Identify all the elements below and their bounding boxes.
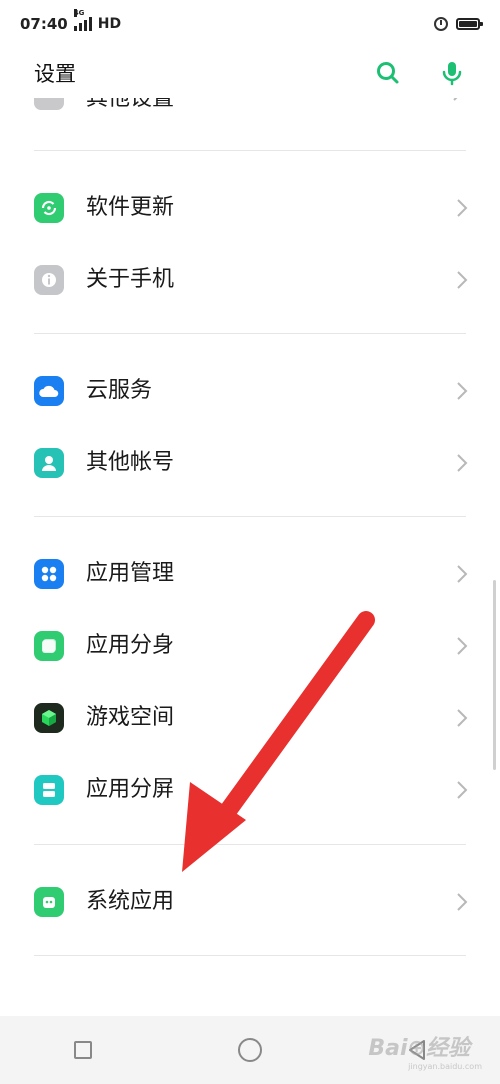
- signal-icon: 4G: [73, 9, 92, 31]
- list-item-app-clone[interactable]: 应用分身: [0, 614, 500, 678]
- list-item-software-update[interactable]: 软件更新: [0, 176, 500, 240]
- recents-button[interactable]: [53, 1030, 113, 1070]
- divider: [34, 844, 466, 845]
- page-title: 设置: [34, 62, 76, 86]
- list-item-label: 其他帐号: [86, 450, 175, 475]
- list-item-label: 关于手机: [86, 267, 175, 292]
- divider: [34, 955, 466, 956]
- refresh-icon: [34, 193, 64, 223]
- network-tag: 4G: [73, 9, 85, 17]
- chevron-right-icon: [457, 382, 468, 400]
- title-bar: 设置: [0, 48, 500, 98]
- status-network: HD: [97, 16, 122, 32]
- android-icon: [34, 887, 64, 917]
- cloud-icon: [34, 376, 64, 406]
- chevron-right-icon: [457, 454, 468, 472]
- list-item-label: 系统应用: [86, 889, 175, 914]
- chevron-right-icon: [457, 893, 468, 911]
- list-item-label: 应用分屏: [86, 777, 175, 802]
- list-item-label: 软件更新: [86, 195, 175, 220]
- divider: [34, 150, 466, 151]
- chevron-right-icon: [453, 98, 458, 101]
- chevron-right-icon: [457, 709, 468, 727]
- list-item-label: 云服务: [86, 378, 153, 403]
- status-bar: 07:40 4G HD: [0, 0, 500, 48]
- list-item-app-management[interactable]: 应用管理: [0, 542, 500, 606]
- list-item-label: 游戏空间: [86, 705, 175, 730]
- chevron-right-icon: [457, 199, 468, 217]
- chevron-right-icon: [457, 271, 468, 289]
- list-item-cloud-service[interactable]: 云服务: [0, 359, 500, 423]
- list-item-label: 应用分身: [86, 633, 175, 658]
- chevron-right-icon: [457, 565, 468, 583]
- chevron-right-icon: [457, 637, 468, 655]
- clone-icon: [34, 631, 64, 661]
- game-cube-icon: [34, 703, 64, 733]
- voice-search-button[interactable]: [438, 59, 466, 87]
- search-button[interactable]: [374, 59, 402, 87]
- account-icon: [34, 448, 64, 478]
- list-item-label: 其他设置: [86, 98, 175, 111]
- list-item-game-space[interactable]: 游戏空间: [0, 686, 500, 750]
- info-icon: [34, 265, 64, 295]
- settings-icon: [34, 98, 64, 110]
- scrollbar[interactable]: [493, 580, 496, 770]
- circle-icon: [237, 1038, 262, 1062]
- status-right: [434, 17, 483, 31]
- microphone-icon: [442, 62, 462, 86]
- status-left: 07:40 4G HD: [20, 9, 122, 33]
- alarm-icon: [434, 17, 448, 31]
- list-item-system-apps[interactable]: 系统应用: [0, 870, 500, 934]
- apps-grid-icon: [34, 559, 64, 589]
- list-item-split-screen[interactable]: 应用分屏: [0, 758, 500, 822]
- list-item-label: 应用管理: [86, 561, 175, 586]
- list-item-other-accounts[interactable]: 其他帐号: [0, 431, 500, 495]
- divider: [34, 333, 466, 334]
- watermark-url: jingyan.baidu.com: [408, 1062, 482, 1071]
- battery-icon: [456, 18, 483, 30]
- list-item-about-phone[interactable]: 关于手机: [0, 248, 500, 312]
- watermark: Bai⊕经验: [368, 1036, 470, 1061]
- settings-list[interactable]: 其他设置 软件更新 关于手机 云服务 其他帐号 应用管理 应用分身 游戏空间 应…: [0, 98, 500, 1016]
- list-item-partial[interactable]: 其他设置: [0, 98, 500, 112]
- square-icon: [74, 1041, 93, 1059]
- search-icon: [377, 62, 399, 84]
- home-button[interactable]: [220, 1030, 280, 1070]
- status-time: 07:40: [20, 15, 68, 33]
- split-screen-icon: [34, 775, 64, 805]
- divider: [34, 516, 466, 517]
- chevron-right-icon: [457, 781, 468, 799]
